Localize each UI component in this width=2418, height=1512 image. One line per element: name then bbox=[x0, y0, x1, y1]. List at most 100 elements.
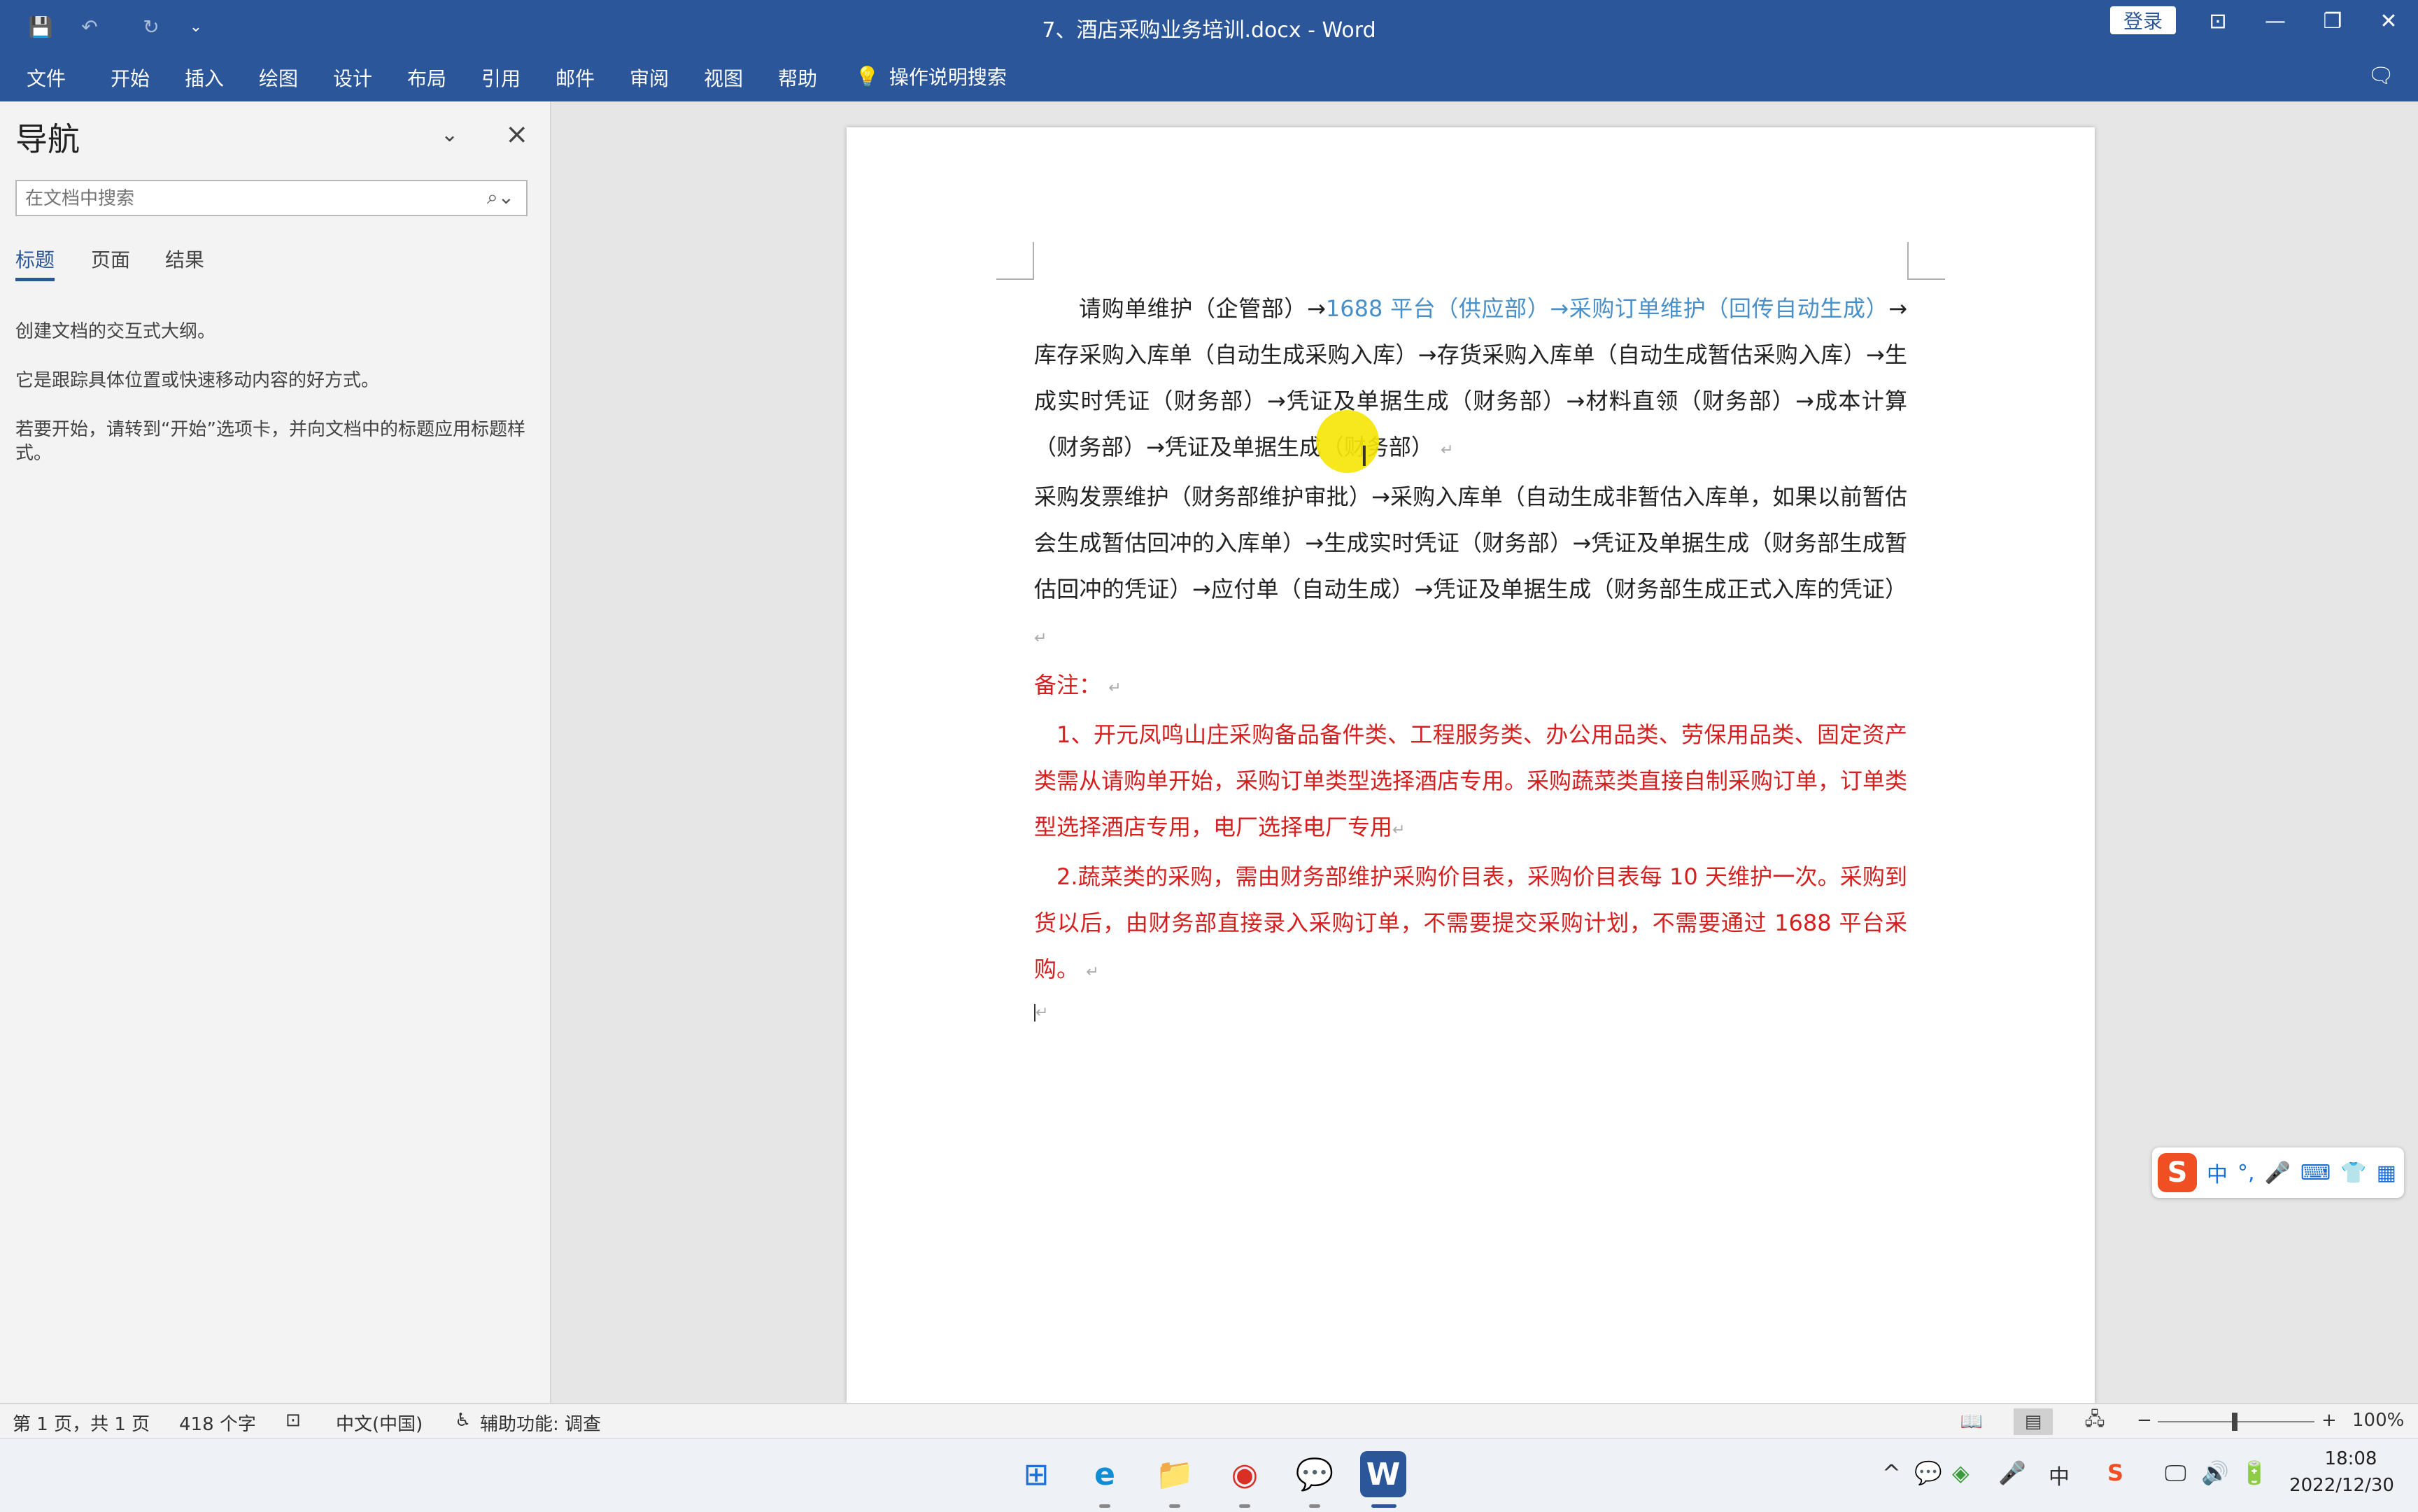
edge-browser-icon[interactable]: e bbox=[1082, 1451, 1128, 1497]
web-layout-icon[interactable]: 🖧 bbox=[2075, 1408, 2114, 1435]
p2-text: 采购发票维护（财务部维护审批）→采购入库单（自动生成非暂估入库单，如果以前暂估会… bbox=[1034, 483, 1907, 602]
page-count[interactable]: 第 1 页，共 1 页 bbox=[13, 1410, 150, 1436]
battery-icon[interactable]: 🔋 bbox=[2240, 1460, 2268, 1486]
active-tab-indicator bbox=[15, 278, 55, 281]
document-title: 7、酒店采购业务培训.docx - Word bbox=[1042, 18, 1376, 43]
close-icon[interactable]: × bbox=[505, 118, 533, 150]
zoom-level[interactable]: 100% bbox=[2352, 1410, 2404, 1431]
nav-tab-results[interactable]: 结果 bbox=[165, 245, 204, 273]
word-count[interactable]: 418 个字 bbox=[179, 1410, 256, 1436]
ime-chinese-mode[interactable]: 中 bbox=[2207, 1157, 2228, 1188]
nav-search-input[interactable] bbox=[24, 185, 474, 212]
wechat-tray-icon[interactable]: 💬 bbox=[1914, 1460, 1942, 1486]
running-indicator bbox=[1099, 1504, 1110, 1508]
paragraph-2[interactable]: 采购发票维护（财务部维护审批）→采购入库单（自动生成非暂估入库单，如果以前暂估会… bbox=[1034, 474, 1907, 662]
clock-date[interactable]: 2022/12/30 bbox=[2282, 1475, 2401, 1496]
start-menu-icon[interactable]: ⊞ bbox=[1013, 1451, 1059, 1497]
ime-voice-icon[interactable]: 🎤 bbox=[2265, 1161, 2291, 1185]
tab-file[interactable]: 文件 bbox=[27, 64, 66, 92]
empty-paragraph[interactable]: ↵ bbox=[1034, 996, 1907, 1027]
zoom-slider-thumb[interactable] bbox=[2232, 1413, 2237, 1431]
chrome-browser-icon[interactable]: ◉ bbox=[1222, 1451, 1268, 1497]
security-tray-icon[interactable]: ◈ bbox=[1952, 1460, 1970, 1486]
zoom-in-button[interactable]: + bbox=[2321, 1410, 2337, 1431]
tab-view[interactable]: 视图 bbox=[704, 64, 743, 92]
microphone-icon[interactable]: 🎤 bbox=[1998, 1460, 2026, 1486]
ime-toolbar[interactable]: S 中 °, 🎤 ⌨ 👕 ▦ bbox=[2152, 1147, 2404, 1198]
mouse-pointer-highlight bbox=[1316, 410, 1379, 473]
navigation-pane: 导航 ⌄ × ⌕⌄ 标题 页面 结果 创建文档的交互式大纲。 它是跟踪具体位置或… bbox=[0, 101, 551, 1403]
note-2-text: 2.蔬菜类的采购，需由财务部维护采购价目表，采购价目表每 10 天维护一次。采购… bbox=[1034, 863, 1907, 982]
p1-highlighted-text: 1688 平台（供应部）→采购订单维护（回传自动生成） bbox=[1325, 295, 1889, 322]
nav-search-box: ⌕⌄ bbox=[15, 180, 528, 216]
note-heading[interactable]: 备注： ↵ bbox=[1034, 662, 1907, 712]
restore-button[interactable]: ❐ bbox=[2312, 6, 2354, 36]
paragraph-1[interactable]: 请购单维护（企管部）→1688 平台（供应部）→采购订单维护（回传自动生成）→库… bbox=[1034, 285, 1907, 474]
chevron-down-icon[interactable]: ⌄ bbox=[441, 122, 469, 150]
tab-insert[interactable]: 插入 bbox=[185, 64, 224, 92]
ime-punctuation-icon[interactable]: °, bbox=[2237, 1161, 2255, 1185]
minimize-button[interactable]: — bbox=[2254, 6, 2296, 36]
paragraph-mark: ↵ bbox=[1108, 679, 1122, 697]
tab-home[interactable]: 开始 bbox=[111, 64, 150, 92]
ime-skin-icon[interactable]: 👕 bbox=[2340, 1161, 2366, 1185]
nav-hint-2: 它是跟踪具体位置或快速移动内容的好方式。 bbox=[15, 370, 380, 391]
tab-layout[interactable]: 布局 bbox=[407, 64, 446, 92]
tab-review[interactable]: 审阅 bbox=[630, 64, 669, 92]
lightbulb-icon: 💡 bbox=[855, 64, 879, 88]
note-1-text: 1、开元凤鸣山庄采购备品备件类、工程服务类、办公用品类、劳保用品类、固定资产类需… bbox=[1034, 721, 1908, 840]
clock-time[interactable]: 18:08 bbox=[2302, 1448, 2400, 1469]
nav-tab-headings[interactable]: 标题 bbox=[15, 245, 55, 273]
show-hidden-icons[interactable]: ^ bbox=[1882, 1460, 1901, 1486]
p1-start: 请购单维护（企管部）→ bbox=[1079, 295, 1326, 322]
paragraph-mark: ↵ bbox=[1441, 441, 1454, 459]
close-button[interactable]: ✕ bbox=[2368, 6, 2410, 36]
track-changes-icon[interactable]: ⊡ bbox=[285, 1410, 301, 1431]
nav-tab-pages[interactable]: 页面 bbox=[91, 245, 130, 273]
tell-me-search[interactable]: 💡 操作说明搜索 bbox=[855, 62, 1007, 90]
zoom-out-button[interactable]: − bbox=[2137, 1410, 2152, 1431]
note-item-2[interactable]: 2.蔬菜类的采购，需由财务部维护采购价目表，采购价目表每 10 天维护一次。采购… bbox=[1034, 854, 1907, 996]
print-layout-icon[interactable]: ▤ bbox=[2014, 1408, 2053, 1435]
language-indicator[interactable]: 中文(中国) bbox=[336, 1410, 423, 1436]
title-bar: 💾 ↶ ↻ ⌄ 7、酒店采购业务培训.docx - Word 登录 ⊡ — ❐ … bbox=[0, 0, 2418, 52]
tab-design[interactable]: 设计 bbox=[333, 64, 372, 92]
running-indicator bbox=[1309, 1504, 1320, 1508]
accessibility-checker[interactable]: 辅助功能: 调查 bbox=[480, 1410, 601, 1436]
sogou-tray-icon[interactable]: S bbox=[2107, 1460, 2123, 1486]
read-mode-icon[interactable]: 📖 bbox=[1952, 1408, 1991, 1435]
paragraph-mark: ↵ bbox=[1086, 963, 1099, 981]
network-icon[interactable]: 🖵 bbox=[2165, 1460, 2186, 1487]
ime-toolbox-icon[interactable]: ▦ bbox=[2377, 1161, 2396, 1185]
tab-references[interactable]: 引用 bbox=[481, 64, 521, 92]
input-language-icon[interactable]: 中 bbox=[2049, 1460, 2070, 1490]
tab-help[interactable]: 帮助 bbox=[778, 64, 817, 92]
volume-icon[interactable]: 🔊 bbox=[2201, 1460, 2229, 1486]
nav-pane-title: 导航 bbox=[15, 120, 80, 158]
crop-mark-top-right bbox=[1907, 242, 1945, 280]
paragraph-mark: ↵ bbox=[1392, 821, 1406, 839]
sogou-logo-icon[interactable]: S bbox=[2158, 1153, 2197, 1192]
paragraph-mark: ↵ bbox=[1034, 630, 1047, 647]
tab-draw[interactable]: 绘图 bbox=[259, 64, 298, 92]
word-app-icon[interactable]: W bbox=[1360, 1451, 1406, 1497]
note-item-1[interactable]: 1、开元凤鸣山庄采购备品备件类、工程服务类、办公用品类、劳保用品类、固定资产类需… bbox=[1034, 712, 1907, 854]
signin-button[interactable]: 登录 bbox=[2110, 6, 2176, 34]
taskbar: ⊞ e 📁 ◉ 💬 W ^ 💬 ◈ 🎤 中 S 🖵 🔊 🔋 18:08 2022… bbox=[0, 1438, 2418, 1512]
nav-hint-1: 创建文档的交互式大纲。 bbox=[15, 321, 216, 342]
file-explorer-icon[interactable]: 📁 bbox=[1152, 1451, 1198, 1497]
running-indicator bbox=[1239, 1504, 1250, 1508]
comments-icon[interactable]: 🗨 bbox=[2368, 64, 2396, 92]
text-cursor-icon: I bbox=[1360, 441, 1369, 473]
tab-mailings[interactable]: 邮件 bbox=[556, 64, 595, 92]
crop-mark-top-left bbox=[996, 242, 1034, 280]
note-label: 备注： bbox=[1034, 672, 1102, 698]
document-body[interactable]: 请购单维护（企管部）→1688 平台（供应部）→采购订单维护（回传自动生成）→库… bbox=[1034, 285, 1907, 1027]
status-bar: 第 1 页，共 1 页 418 个字 ⊡ 中文(中国) ♿ 辅助功能: 调查 📖… bbox=[0, 1403, 2418, 1439]
wechat-icon[interactable]: 💬 bbox=[1292, 1451, 1338, 1497]
ime-keyboard-icon[interactable]: ⌨ bbox=[2300, 1161, 2331, 1185]
search-icon[interactable]: ⌕⌄ bbox=[487, 185, 514, 209]
ribbon-display-options-icon[interactable]: ⊡ bbox=[2197, 6, 2239, 36]
nav-hint-3: 若要开始，请转到“开始”选项卡，并向文档中的标题应用标题样式。 bbox=[15, 419, 525, 464]
active-app-indicator bbox=[1371, 1504, 1397, 1508]
